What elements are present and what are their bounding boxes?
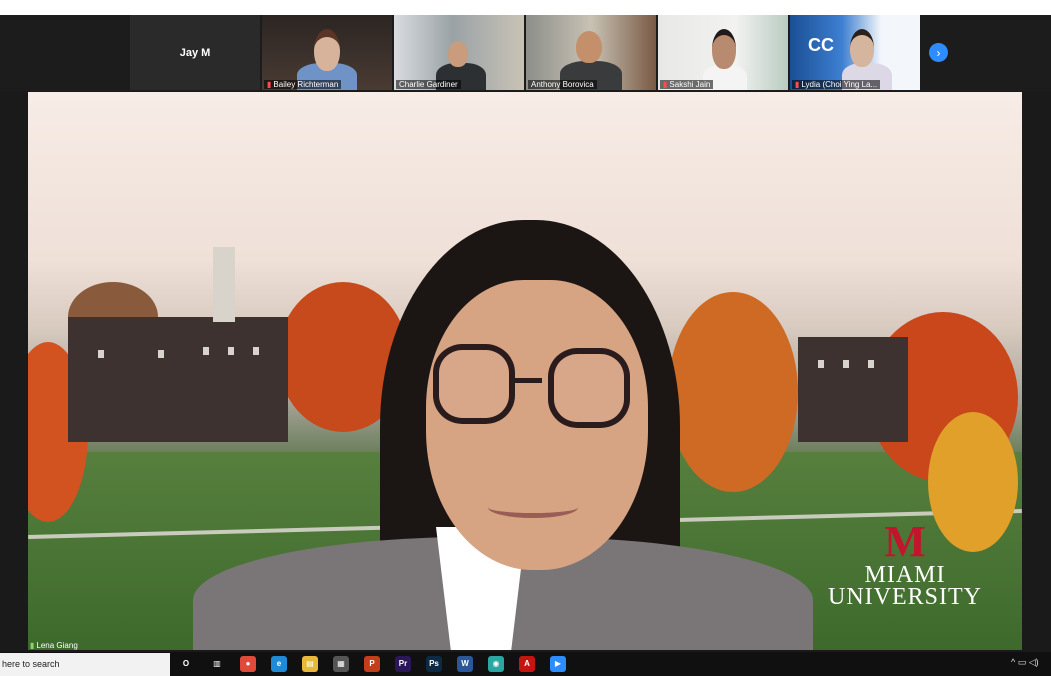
clock-tower bbox=[213, 247, 235, 322]
participant-thumbnail[interactable]: Anthony Borovica bbox=[526, 15, 656, 90]
chevron-right-icon: › bbox=[936, 45, 941, 60]
logo-m-icon: M bbox=[884, 517, 926, 566]
store-icon[interactable]: ▦ bbox=[333, 656, 349, 672]
participant-thumbnail[interactable]: ▮ Bailey Richterman bbox=[262, 15, 392, 90]
file-explorer-icon[interactable]: ▤ bbox=[302, 656, 318, 672]
signal-bars-icon: ▮ bbox=[30, 641, 35, 650]
tree bbox=[668, 292, 798, 492]
building-left bbox=[68, 317, 288, 442]
building-window bbox=[253, 347, 259, 355]
speaker-face bbox=[426, 280, 648, 570]
premiere-icon[interactable]: Pr bbox=[395, 656, 411, 672]
building-window bbox=[868, 360, 874, 368]
participant-thumbnail[interactable]: ▮ Sakshi Jain bbox=[658, 15, 788, 90]
search-text: here to search bbox=[2, 659, 60, 669]
speaker-smile bbox=[488, 497, 578, 518]
glasses-icon bbox=[548, 348, 630, 428]
participant-head bbox=[712, 29, 736, 69]
participant-head bbox=[314, 29, 340, 71]
participant-head bbox=[850, 29, 874, 67]
tray-icons: ^ ▭ ◁) bbox=[1011, 657, 1039, 667]
participant-label: ▮ Sakshi Jain bbox=[660, 80, 714, 89]
participant-head bbox=[448, 41, 468, 67]
logo-text: MIAMI UNIVERSITY bbox=[828, 562, 982, 610]
participant-thumbnail[interactable]: CC ▮ Lydia (Choi Ying La... bbox=[790, 15, 920, 90]
zoom-icon[interactable]: ▶ bbox=[550, 656, 566, 672]
task-view-icon[interactable]: ▥ bbox=[209, 656, 225, 672]
taskbar-search-input[interactable]: here to search bbox=[0, 653, 170, 676]
photoshop-icon[interactable]: Ps bbox=[426, 656, 442, 672]
muted-mic-icon: ▮ bbox=[663, 80, 668, 89]
muted-mic-icon: ▮ bbox=[267, 80, 272, 89]
participant-tile-name-only[interactable]: Jay M bbox=[130, 15, 260, 90]
acrobat-icon[interactable]: A bbox=[519, 656, 535, 672]
participant-label: Anthony Borovica bbox=[528, 80, 597, 89]
muted-mic-icon: ▮ bbox=[795, 80, 800, 89]
building-right bbox=[798, 337, 908, 442]
edge-icon[interactable]: e bbox=[271, 656, 287, 672]
powerpoint-icon[interactable]: P bbox=[364, 656, 380, 672]
participant-head bbox=[576, 31, 602, 63]
building-window bbox=[158, 350, 164, 358]
participant-thumbnail[interactable]: Charlie Gardiner bbox=[394, 15, 524, 90]
speaker-name-label: ▮ Lena Giang bbox=[30, 641, 78, 650]
building-window bbox=[228, 347, 234, 355]
glasses-bridge bbox=[512, 378, 542, 383]
building-window bbox=[843, 360, 849, 368]
building-window bbox=[98, 350, 104, 358]
miami-university-logo: M MIAMI UNIVERSITY bbox=[828, 517, 982, 610]
participant-name: Jay M bbox=[179, 46, 211, 59]
participant-label: Charlie Gardiner bbox=[396, 80, 461, 89]
top-bar bbox=[0, 0, 1051, 15]
next-page-button[interactable]: › bbox=[929, 43, 948, 62]
building-window bbox=[203, 347, 209, 355]
cortana-icon[interactable]: O bbox=[178, 656, 194, 672]
main-video[interactable]: M MIAMI UNIVERSITY bbox=[28, 92, 1022, 650]
word-icon[interactable]: W bbox=[457, 656, 473, 672]
participant-label: ▮ Lydia (Choi Ying La... bbox=[792, 80, 881, 89]
chrome-icon[interactable]: ● bbox=[240, 656, 256, 672]
background-logo-icon: CC bbox=[808, 35, 834, 55]
system-tray[interactable]: ^ ▭ ◁) bbox=[1011, 657, 1039, 668]
glasses-icon bbox=[433, 344, 515, 424]
participant-label: ▮ Bailey Richterman bbox=[264, 80, 342, 89]
app-icon[interactable]: ◉ bbox=[488, 656, 504, 672]
building-window bbox=[818, 360, 824, 368]
